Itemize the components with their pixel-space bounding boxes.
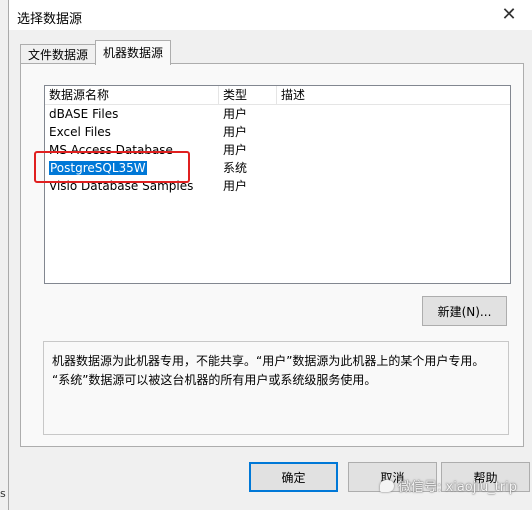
wechat-icon xyxy=(380,480,394,492)
background-text: s xyxy=(0,487,6,500)
list-item[interactable]: Visio Database Samples 用户 xyxy=(45,177,510,195)
column-header-type[interactable]: 类型 xyxy=(219,86,277,104)
window-title: 选择数据源 xyxy=(17,12,83,27)
item-type: 用户 xyxy=(223,125,248,139)
item-name: PostgreSQL35W xyxy=(49,161,147,175)
data-source-list[interactable]: 数据源名称 类型 描述 dBASE Files 用户 Excel Files 用… xyxy=(44,85,511,284)
tab-file-data-source[interactable]: 文件数据源 xyxy=(20,44,97,65)
watermark: 微信号: xiaojiu_trip xyxy=(380,476,517,495)
title-bar: 选择数据源 ✕ xyxy=(9,0,532,30)
select-data-source-dialog: 选择数据源 ✕ 文件数据源 机器数据源 数据源名称 类型 描述 dBASE Fi… xyxy=(8,0,532,510)
list-item[interactable]: MS Access Database 用户 xyxy=(45,141,510,159)
list-item[interactable]: Excel Files 用户 xyxy=(45,123,510,141)
item-name: Visio Database Samples xyxy=(49,179,194,193)
list-item[interactable]: dBASE Files 用户 xyxy=(45,105,510,123)
tab-machine-data-source[interactable]: 机器数据源 xyxy=(95,40,172,65)
close-icon[interactable]: ✕ xyxy=(497,3,521,27)
column-header-name[interactable]: 数据源名称 xyxy=(45,86,219,104)
item-name: MS Access Database xyxy=(49,143,173,157)
watermark-text: 微信号: xiaojiu_trip xyxy=(398,480,518,495)
item-type: 系统 xyxy=(223,161,248,175)
column-header-description[interactable]: 描述 xyxy=(277,86,510,104)
description-line-2: “系统”数据源可以被这台机器的所有用户或系统级服务使用。 xyxy=(52,373,377,387)
description-text: 机器数据源为此机器专用，不能共享。“用户”数据源为此机器上的某个用户专用。 “系… xyxy=(52,352,502,390)
list-header: 数据源名称 类型 描述 xyxy=(45,86,510,105)
ok-button[interactable]: 确定 xyxy=(249,462,338,492)
item-name: dBASE Files xyxy=(49,107,119,121)
item-type: 用户 xyxy=(223,143,248,157)
description-box: 机器数据源为此机器专用，不能共享。“用户”数据源为此机器上的某个用户专用。 “系… xyxy=(43,341,509,435)
item-name: Excel Files xyxy=(49,125,111,139)
list-item-selected[interactable]: PostgreSQL35W 系统 xyxy=(45,159,510,177)
item-type: 用户 xyxy=(223,179,248,193)
item-type: 用户 xyxy=(223,107,248,121)
description-line-1: 机器数据源为此机器专用，不能共享。“用户”数据源为此机器上的某个用户专用。 xyxy=(52,354,485,368)
new-button[interactable]: 新建(N)... xyxy=(422,296,507,326)
